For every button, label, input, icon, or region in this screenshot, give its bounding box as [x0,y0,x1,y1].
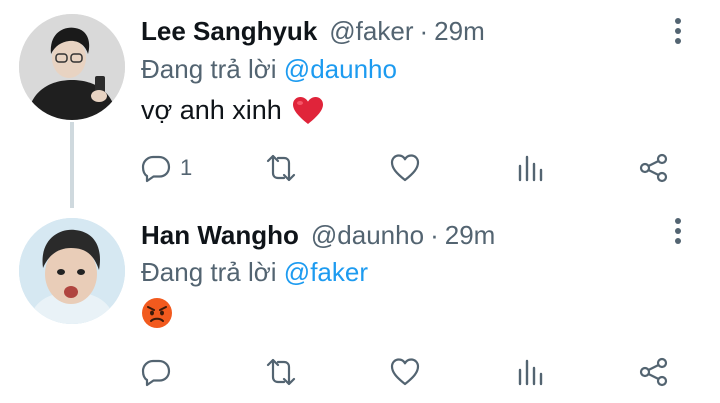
display-name[interactable]: Lee Sanghyuk [141,16,317,47]
tweet-text [141,297,173,329]
reply-icon [141,155,171,183]
angry-face-icon [142,298,172,328]
action-bar [0,352,720,392]
avatar-photo [19,218,125,324]
replying-mention-link[interactable]: @faker [284,257,368,287]
more-icon[interactable] [672,218,684,252]
reply-icon [141,359,171,387]
tweet-text-body: vợ anh xinh [141,95,282,125]
replying-to: Đang trả lời @faker [141,257,368,288]
like-icon [390,358,420,386]
replying-prefix: Đang trả lời [141,54,277,84]
reply-button[interactable]: 1 [140,148,192,188]
avatar-photo [19,14,125,120]
share-button[interactable] [638,148,670,188]
avatar[interactable] [19,14,125,120]
timestamp[interactable]: 29m [434,16,485,47]
action-bar: 1 [0,148,720,188]
user-handle[interactable]: @daunho [311,220,424,251]
retweet-icon [266,358,296,386]
share-button[interactable] [638,352,670,392]
replying-mention-link[interactable]: @daunho [284,54,397,84]
tweet-header: Lee Sanghyuk @faker · 29m [141,16,485,47]
like-button[interactable] [389,148,421,188]
retweet-button[interactable] [265,148,297,188]
views-icon [518,155,543,182]
reply-count: 1 [180,155,193,180]
views-icon [518,359,543,386]
red-heart-icon [292,96,323,124]
separator-dot: · [430,220,439,250]
avatar[interactable] [19,218,125,324]
display-name[interactable]: Han Wangho [141,220,299,251]
share-icon [639,153,668,183]
views-button[interactable] [515,148,547,188]
separator-dot: · [419,16,429,46]
tweet-lee-sanghyuk[interactable]: Lee Sanghyuk @faker · 29m Đang trả lời @… [0,0,720,208]
like-button[interactable] [389,352,421,392]
reply-button[interactable] [140,352,180,392]
tweet-text: vợ anh xinh [141,95,324,126]
tweet-han-wangho[interactable]: Han Wangho @daunho · 29m Đang trả lời @f… [0,200,720,403]
timestamp[interactable]: 29m [445,220,496,251]
tweet-header: Han Wangho @daunho · 29m [141,220,495,251]
user-handle[interactable]: @faker [329,16,413,47]
replying-prefix: Đang trả lời [141,257,277,287]
like-icon [390,154,420,182]
share-icon [639,357,668,387]
retweet-button[interactable] [265,352,297,392]
views-button[interactable] [515,352,547,392]
more-icon[interactable] [672,18,684,52]
replying-to: Đang trả lời @daunho [141,54,397,85]
retweet-icon [266,154,296,182]
